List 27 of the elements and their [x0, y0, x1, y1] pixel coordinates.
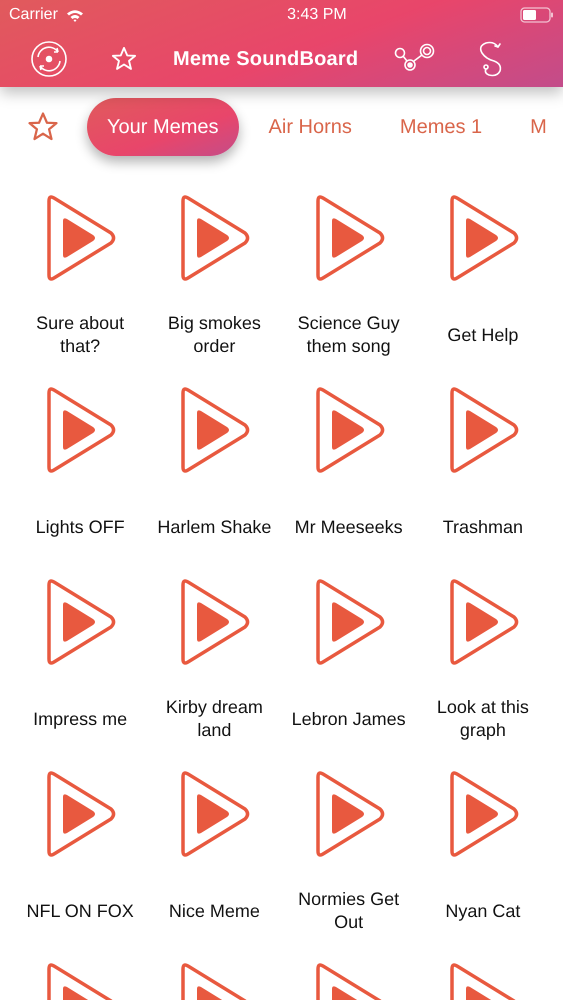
category-tab[interactable]: Memes 1 — [400, 98, 482, 156]
sound-label: Harlem Shake — [156, 516, 272, 538]
sound-label: Nice Meme — [168, 900, 261, 922]
battery-icon — [520, 7, 554, 23]
sound-label: Look at this graph — [436, 696, 530, 742]
sound-label: Kirby dream land — [164, 696, 264, 742]
sound-label: Nyan Cat — [444, 900, 522, 922]
category-tab[interactable]: Your Memes — [87, 98, 239, 156]
favorites-button[interactable] — [110, 44, 138, 72]
sound-label: Mr Meeseeks — [294, 516, 404, 538]
sound-label: Lights OFF — [34, 516, 126, 538]
sync-button[interactable] — [30, 40, 68, 78]
wifi-icon — [66, 8, 84, 22]
sound-label: Lebron James — [290, 708, 407, 730]
sound-label: Sure about that? — [35, 312, 126, 358]
carrier-label: Carrier — [9, 5, 58, 25]
sound-label: Trashman — [442, 516, 524, 538]
sound-label: Big smokes order — [166, 312, 262, 358]
category-tab[interactable]: M — [530, 98, 547, 156]
sound-label: NFL ON FOX — [25, 900, 135, 922]
clock-time: 3:43 PM — [287, 5, 347, 25]
sound-label: Get Help — [446, 324, 520, 346]
app-title: Meme SoundBoard — [173, 46, 358, 72]
sound-label: Science Guy them song — [296, 312, 401, 358]
sound-label: Impress me — [32, 708, 128, 730]
category-tab[interactable]: Air Horns — [268, 98, 352, 156]
sound-label: Normies Get Out — [297, 888, 400, 934]
